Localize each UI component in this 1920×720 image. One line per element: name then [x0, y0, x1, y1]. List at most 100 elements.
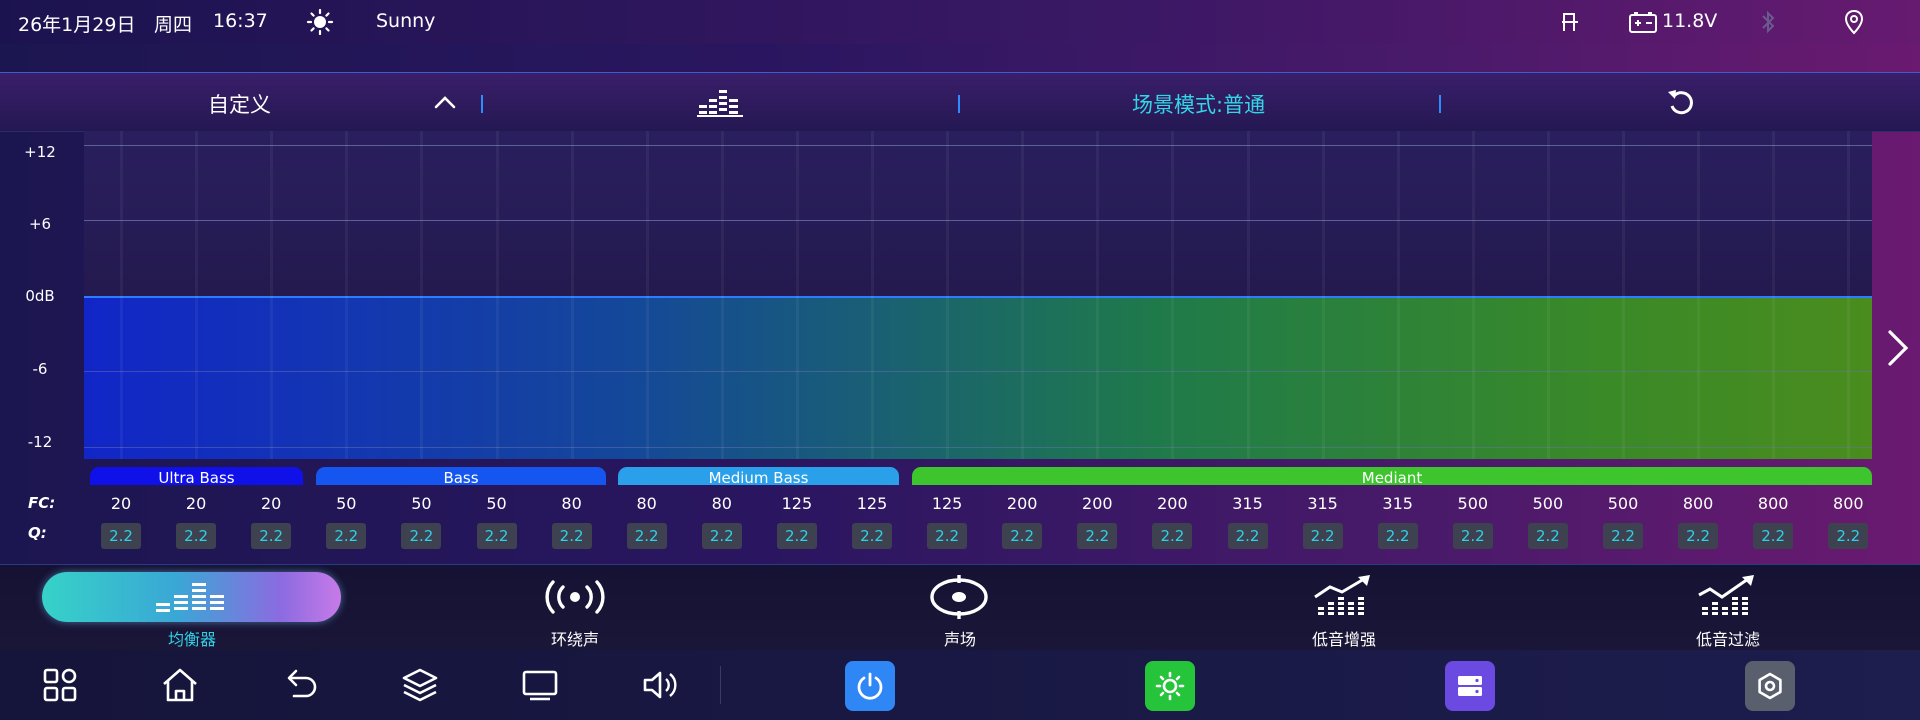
band-q-button[interactable]: 2.2: [476, 523, 517, 549]
grid-line: [84, 145, 1872, 146]
band-slider-track[interactable]: [645, 131, 649, 459]
band-slider-track[interactable]: [1246, 131, 1250, 459]
band-slider-track[interactable]: [1321, 131, 1325, 459]
band-fc-value: 800: [1833, 494, 1864, 513]
band-slider-track[interactable]: [1772, 131, 1776, 459]
band-q-button[interactable]: 2.2: [176, 523, 217, 549]
band-q-button[interactable]: 2.2: [1753, 523, 1794, 549]
volume-icon[interactable]: [638, 663, 682, 707]
brightness-app-button[interactable]: [1145, 661, 1195, 711]
band-slider-track[interactable]: [720, 131, 724, 459]
band-q-button[interactable]: 2.2: [927, 523, 968, 549]
band-q-button[interactable]: 2.2: [1452, 523, 1493, 549]
band-slider-track[interactable]: [120, 131, 123, 459]
band-q-button[interactable]: 2.2: [1152, 523, 1193, 549]
back-icon[interactable]: [278, 663, 322, 707]
band-q-button[interactable]: 2.2: [326, 523, 367, 549]
status-weather: Sunny: [376, 10, 436, 32]
storage-app-button[interactable]: [1445, 661, 1495, 711]
band-slider-track[interactable]: [1546, 131, 1550, 459]
band-slider-track[interactable]: [1096, 131, 1100, 459]
preset-label[interactable]: 自定义: [208, 89, 271, 119]
band-fc-value: 125: [931, 494, 963, 513]
band-slider-track[interactable]: [871, 131, 874, 459]
band-q-button[interactable]: 2.2: [852, 523, 892, 549]
band-q-button[interactable]: 2.2: [1828, 523, 1869, 549]
reset-icon[interactable]: [1664, 86, 1698, 120]
power-app-button[interactable]: [845, 661, 895, 711]
band-fc-value: 800: [1682, 494, 1714, 513]
band-slider-track[interactable]: [1847, 131, 1851, 459]
tab-label: 低音过滤: [1695, 630, 1760, 649]
storage-icon: [1458, 676, 1482, 696]
chevron-up-icon[interactable]: [433, 92, 457, 112]
band-fc-value: 80: [636, 494, 657, 513]
band-slider-track[interactable]: [795, 131, 799, 459]
band-slider-track[interactable]: [345, 131, 349, 459]
sun-icon: [306, 8, 334, 36]
band-fc-value: 20: [110, 494, 132, 513]
band-q-button[interactable]: 2.2: [551, 523, 592, 549]
band-slider-track[interactable]: [946, 131, 950, 459]
bluetooth-icon[interactable]: [1754, 8, 1782, 36]
settings-hex-icon: [1758, 672, 1782, 700]
band-slider-track[interactable]: [420, 131, 424, 459]
y-label: -6: [32, 360, 48, 378]
band-fc-value: 315: [1382, 494, 1413, 513]
band-slider-track[interactable]: [495, 131, 499, 459]
band-fc-value: 200: [1157, 494, 1188, 513]
tab-sound-field[interactable]: 声场: [810, 565, 1110, 651]
band-slider-track[interactable]: [1471, 131, 1475, 459]
band-q-button[interactable]: 2.2: [701, 523, 742, 549]
band-q-button[interactable]: 2.2: [1077, 523, 1118, 549]
header-divider: [958, 95, 960, 113]
band-q-button[interactable]: 2.2: [101, 523, 141, 549]
tab-surround[interactable]: 环绕声: [425, 565, 725, 651]
apps-grid-icon[interactable]: [38, 663, 82, 707]
location-icon[interactable]: [1840, 8, 1868, 36]
band-q-button[interactable]: 2.2: [1603, 523, 1643, 549]
battery-icon: [1629, 12, 1657, 33]
band-group-mediant: Mediant: [912, 467, 1872, 485]
brightness-icon: [1155, 671, 1185, 701]
settings-app-button[interactable]: [1745, 661, 1795, 711]
band-slider-track[interactable]: [570, 131, 574, 459]
band-q-button[interactable]: 2.2: [1678, 523, 1719, 549]
band-slider-track[interactable]: [195, 131, 199, 459]
band-q-button[interactable]: 2.2: [1227, 523, 1268, 549]
eq-bars-icon[interactable]: [697, 87, 743, 117]
screen-icon[interactable]: [518, 663, 562, 707]
scene-mode-label[interactable]: 场景模式:普通: [1132, 89, 1265, 119]
band-fc-value: 800: [1757, 494, 1789, 513]
band-slider-track[interactable]: [1697, 131, 1701, 459]
band-fc-value: 20: [261, 494, 282, 513]
band-q-button[interactable]: 2.2: [1377, 523, 1418, 549]
band-q-button[interactable]: 2.2: [401, 523, 442, 549]
band-slider-track[interactable]: [270, 131, 274, 459]
band-q-button[interactable]: 2.2: [1527, 523, 1568, 549]
band-q-button[interactable]: 2.2: [1002, 523, 1043, 549]
eq-graph[interactable]: [84, 131, 1872, 459]
band-slider-track[interactable]: [1171, 131, 1175, 459]
home-icon[interactable]: [158, 663, 202, 707]
band-slider-track[interactable]: [1021, 131, 1025, 459]
sound-tabs: 均衡器 环绕声 声场 低音增强 低音过滤: [0, 564, 1920, 651]
band-fc-value: 500: [1607, 494, 1639, 513]
layers-icon[interactable]: [398, 663, 442, 707]
band-fc-value: 50: [336, 494, 357, 513]
band-slider-track[interactable]: [1396, 131, 1400, 459]
band-q-button[interactable]: 2.2: [776, 523, 817, 549]
band-q-button[interactable]: 2.2: [1302, 523, 1343, 549]
tab-bass-boost[interactable]: 低音增强: [1194, 565, 1494, 651]
tab-equalizer[interactable]: 均衡器: [42, 565, 342, 651]
y-label: +6: [28, 215, 52, 233]
band-slider-track[interactable]: [1622, 131, 1625, 459]
dock-divider: [720, 666, 721, 704]
chevron-right-icon[interactable]: [1882, 328, 1912, 368]
tab-bass-filter[interactable]: 低音过滤: [1578, 565, 1878, 651]
power-icon: [857, 672, 883, 700]
y-label: 0dB: [25, 287, 55, 305]
seat-icon[interactable]: [1556, 8, 1584, 36]
band-q-button[interactable]: 2.2: [626, 523, 667, 549]
band-q-button[interactable]: 2.2: [251, 523, 292, 549]
